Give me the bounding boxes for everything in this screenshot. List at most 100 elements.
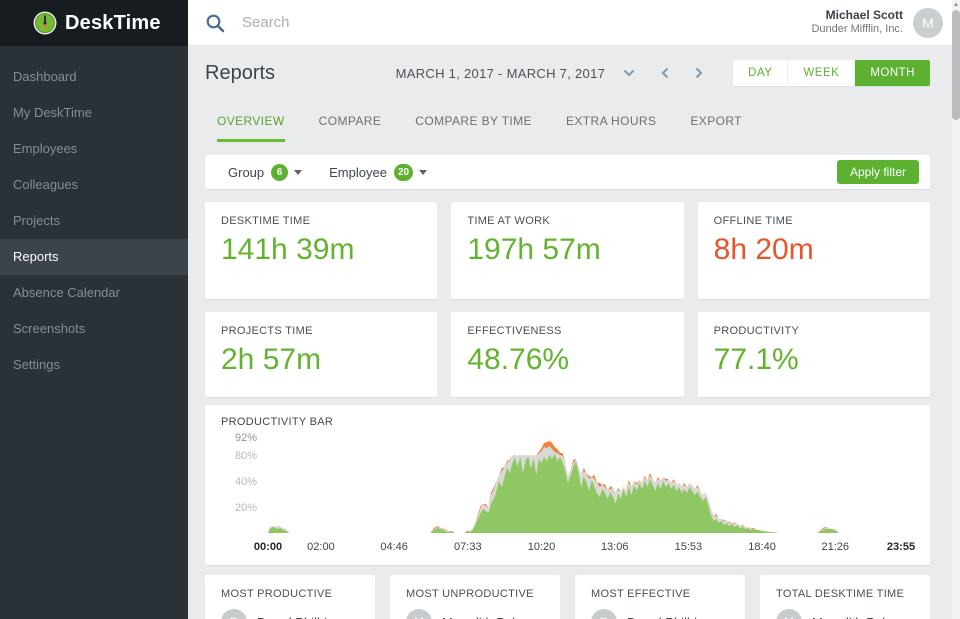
sidebar-item-settings[interactable]: Settings [0, 347, 188, 383]
leader-label: TOTAL DESKTIME TIME [776, 588, 914, 600]
sidebar-item-colleagues[interactable]: Colleagues [0, 167, 188, 203]
leader-label: MOST EFFECTIVE [591, 588, 729, 600]
avatar: M [776, 609, 802, 619]
user-avatar[interactable]: M [913, 8, 943, 38]
x-axis-tick: 18:40 [748, 541, 776, 553]
chart-x-axis: 00:0002:0004:4607:3310:2013:0615:5318:40… [268, 541, 901, 555]
user-name: Michael Scott [811, 8, 903, 23]
leader-card-most-effective: MOST EFFECTIVE D Darryl Philbin [575, 575, 745, 619]
x-axis-tick: 13:06 [601, 541, 629, 553]
scroll-up-arrow-icon[interactable]: ▲ [953, 2, 959, 8]
leader-card-most-unproductive: MOST UNPRODUCTIVE M Meredith Palmer [390, 575, 560, 619]
x-axis-tick: 21:26 [822, 541, 850, 553]
stat-value: 8h 20m [714, 233, 914, 267]
sidebar-item-screenshots[interactable]: Screenshots [0, 311, 188, 347]
tab-compare[interactable]: COMPARE [319, 100, 382, 142]
leader-name: Darryl Philbin [627, 615, 704, 619]
employee-filter-label: Employee [329, 165, 387, 180]
range-day-button[interactable]: DAY [733, 60, 788, 86]
stats-grid: DESKTIME TIME 141h 39m TIME AT WORK 197h… [205, 202, 930, 397]
leader-row[interactable]: D Darryl Philbin [591, 609, 729, 619]
brand-logo[interactable]: DeskTime [0, 0, 188, 46]
leader-name: Darryl Philbin [257, 615, 334, 619]
stat-value: 2h 57m [221, 343, 421, 377]
stat-value: 48.76% [467, 343, 667, 377]
group-filter-label: Group [228, 165, 264, 180]
group-count-badge: 6 [271, 164, 288, 181]
tab-overview[interactable]: OVERVIEW [217, 100, 285, 142]
topbar: Michael Scott Dunder Mifflin, Inc. M [188, 0, 952, 46]
stat-card-productivity: PRODUCTIVITY 77.1% [698, 312, 930, 397]
employee-filter-dropdown[interactable]: Employee 20 [329, 164, 427, 181]
date-nav-arrows [655, 63, 709, 83]
stat-card-desktime-time: DESKTIME TIME 141h 39m [205, 202, 437, 299]
range-week-button[interactable]: WEEK [788, 60, 855, 86]
sidebar-item-reports[interactable]: Reports [0, 239, 188, 275]
stat-card-projects-time: PROJECTS TIME 2h 57m [205, 312, 437, 397]
stat-label: PRODUCTIVITY [714, 325, 914, 337]
sidebar-item-my-desktime[interactable]: My DeskTime [0, 95, 188, 131]
user-block[interactable]: Michael Scott Dunder Mifflin, Inc. [811, 8, 903, 37]
employee-count-badge: 20 [394, 164, 413, 181]
stat-card-effectiveness: EFFECTIVENESS 48.76% [451, 312, 683, 397]
apply-filter-button[interactable]: Apply filter [837, 160, 919, 184]
sidebar-item-projects[interactable]: Projects [0, 203, 188, 239]
vertical-scrollbar[interactable]: ▲ [952, 0, 960, 619]
x-axis-tick: 07:33 [454, 541, 482, 553]
sidebar: DeskTime Dashboard My DeskTime Employees… [0, 0, 188, 619]
page-title: Reports [205, 62, 275, 85]
avatar: D [591, 609, 617, 619]
leader-name: Meredith Palmer [812, 615, 907, 619]
date-dropdown-button[interactable] [617, 65, 641, 81]
next-period-button[interactable] [689, 63, 709, 83]
desktime-clock-icon [33, 11, 57, 35]
tab-extra-hours[interactable]: EXTRA HOURS [566, 100, 656, 142]
stat-value: 197h 57m [467, 233, 667, 267]
x-axis-tick: 02:00 [307, 541, 335, 553]
caret-down-icon [294, 170, 302, 175]
tab-export[interactable]: EXPORT [690, 100, 742, 142]
chevron-down-icon [623, 69, 635, 77]
search-icon[interactable] [205, 13, 225, 33]
productivity-bar-chart: PRODUCTIVITY BAR 92%80%40%20% 00:0002:00… [205, 405, 930, 565]
chevron-left-icon [661, 67, 669, 79]
group-filter-dropdown[interactable]: Group 6 [228, 164, 302, 181]
leader-row[interactable]: M Meredith Palmer [406, 609, 544, 619]
x-axis-tick: 04:46 [380, 541, 408, 553]
sidebar-item-employees[interactable]: Employees [0, 131, 188, 167]
y-axis-label: 40% [205, 476, 257, 488]
stat-value: 77.1% [714, 343, 914, 377]
reports-header: Reports MARCH 1, 2017 - MARCH 7, 2017 [205, 46, 930, 100]
search-input[interactable] [242, 14, 811, 31]
date-range[interactable]: MARCH 1, 2017 - MARCH 7, 2017 [396, 66, 606, 81]
scrollbar-thumb[interactable] [952, 10, 960, 120]
y-axis-label: 20% [205, 502, 257, 514]
date-block: MARCH 1, 2017 - MARCH 7, 2017 [396, 60, 930, 86]
leader-name: Meredith Palmer [442, 615, 537, 619]
sidebar-item-dashboard[interactable]: Dashboard [0, 59, 188, 95]
stat-card-time-at-work: TIME AT WORK 197h 57m [451, 202, 683, 299]
leader-label: MOST PRODUCTIVE [221, 588, 359, 600]
chart-title: PRODUCTIVITY BAR [221, 416, 333, 428]
range-month-button[interactable]: MONTH [855, 60, 930, 86]
tab-compare-by-time[interactable]: COMPARE BY TIME [415, 100, 532, 142]
x-axis-tick: 15:53 [675, 541, 703, 553]
avatar: D [221, 609, 247, 619]
main-content: Reports MARCH 1, 2017 - MARCH 7, 2017 [188, 46, 952, 619]
y-axis-label: 92% [205, 432, 257, 444]
stat-label: TIME AT WORK [467, 215, 667, 227]
stat-label: DESKTIME TIME [221, 215, 421, 227]
chart-area-svg [268, 437, 901, 533]
avatar: M [406, 609, 432, 619]
leader-row[interactable]: D Darryl Philbin [221, 609, 359, 619]
stat-value: 141h 39m [221, 233, 421, 267]
leader-row[interactable]: M Meredith Palmer [776, 609, 914, 619]
chevron-right-icon [695, 67, 703, 79]
sidebar-item-absence-calendar[interactable]: Absence Calendar [0, 275, 188, 311]
leaders-grid: MOST PRODUCTIVE D Darryl Philbin MOST UN… [205, 575, 930, 619]
x-axis-tick: 10:20 [528, 541, 556, 553]
prev-period-button[interactable] [655, 63, 675, 83]
leader-card-most-productive: MOST PRODUCTIVE D Darryl Philbin [205, 575, 375, 619]
caret-down-icon [419, 170, 427, 175]
brand-name: DeskTime [65, 12, 161, 35]
